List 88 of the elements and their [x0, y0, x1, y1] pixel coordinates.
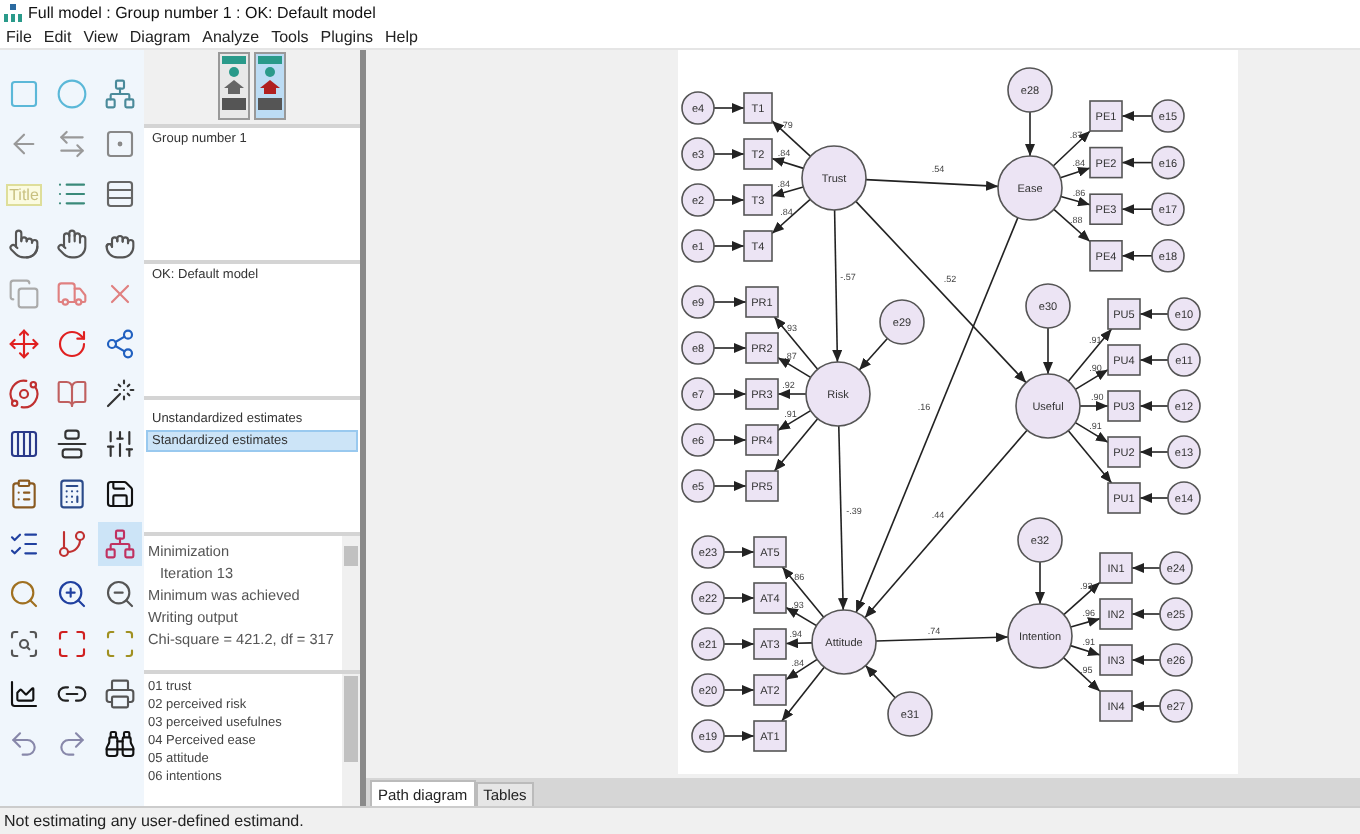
hand-icon [56, 228, 88, 260]
wand-icon [104, 378, 136, 410]
diagram-icon [220, 54, 248, 114]
path-arrow [713, 481, 747, 491]
rectangle-icon [8, 78, 40, 110]
menu-item[interactable]: File [6, 27, 32, 45]
zoom-in-icon [56, 578, 88, 610]
path-arrow [1025, 111, 1035, 157]
clipboard-icon [8, 478, 40, 510]
path-arrow [1139, 401, 1169, 411]
path-arrow [1131, 609, 1161, 619]
network-icon [104, 528, 136, 560]
share-icon [104, 328, 136, 360]
branch-icon [56, 528, 88, 560]
menu-item[interactable]: Plugins [320, 27, 374, 45]
search-icon [8, 578, 40, 610]
printer-icon [104, 678, 136, 710]
bars-icon [56, 428, 88, 460]
path-arrow [713, 103, 745, 113]
diagram-icon [256, 54, 284, 114]
pointer-icon [8, 228, 40, 260]
scrollbar[interactable] [342, 536, 360, 670]
path-arrow [713, 343, 747, 353]
app-icon [4, 3, 22, 21]
path-arrow [713, 297, 747, 307]
scan-search-icon [8, 628, 40, 660]
menu-item[interactable]: Diagram [129, 27, 191, 45]
path-arrow [713, 195, 745, 205]
path-arrow [1131, 701, 1161, 711]
path-arrow [1139, 309, 1169, 319]
path-arrow [1121, 250, 1153, 261]
ellipse-icon [56, 78, 88, 110]
path-arrow [1121, 204, 1153, 215]
path-arrow [713, 435, 747, 445]
path-arrow [1043, 327, 1053, 375]
path-arrow [785, 638, 813, 649]
rotate-icon [56, 328, 88, 360]
path-arrow [777, 389, 807, 399]
path-arrow [865, 178, 999, 191]
path-arrow [723, 731, 755, 741]
path-arrow [1131, 655, 1161, 665]
copy-icon [8, 278, 40, 310]
rows-icon [104, 178, 136, 210]
scrollbar[interactable] [342, 674, 360, 806]
double-arrow-icon [56, 128, 88, 160]
path-arrow [723, 547, 755, 557]
path-arrow [713, 241, 745, 251]
menu-item[interactable]: View [83, 27, 118, 45]
orbit-icon [8, 378, 40, 410]
path-arrow [1139, 447, 1169, 457]
path-arrow [723, 685, 755, 695]
menu-item[interactable]: Edit [43, 27, 72, 45]
menu-item[interactable]: Tools [271, 27, 309, 45]
move-icon [8, 328, 40, 360]
sliders-icon [104, 428, 136, 460]
status-text: Not estimating any user-defined estimand. [4, 812, 304, 830]
path-arrow [1131, 563, 1161, 573]
path-arrow [1139, 355, 1169, 365]
book-icon [56, 378, 88, 410]
window-title: Full model : Group number 1 : OK: Default model [28, 3, 376, 21]
path-arrow [723, 593, 755, 603]
menu-item[interactable]: Analyze [202, 27, 260, 45]
maximize-icon [56, 628, 88, 660]
path-arrow [875, 632, 1009, 643]
path-arrow [1035, 561, 1045, 605]
undo-icon [8, 728, 40, 760]
path-arrow [713, 389, 747, 399]
calculator-icon [56, 478, 88, 510]
save-icon [104, 478, 136, 510]
path-arrow [1121, 157, 1153, 168]
path-arrow [713, 149, 745, 159]
menu-item[interactable]: Help [385, 27, 418, 45]
binoculars-icon [104, 728, 136, 760]
path-arrow [1139, 493, 1169, 503]
view-button[interactable] [218, 52, 250, 120]
area-chart-icon [8, 678, 40, 710]
truck-icon [56, 278, 88, 310]
path-arrow [864, 664, 896, 699]
redo-icon [56, 728, 88, 760]
path-arrow [1121, 111, 1153, 121]
path-arrow [723, 639, 755, 649]
path-arrow [1079, 401, 1109, 411]
checklist-icon [8, 528, 40, 560]
zoom-out-icon [104, 578, 136, 610]
view-button[interactable] [254, 52, 286, 120]
scan-icon [104, 628, 136, 660]
network-icon [104, 78, 136, 110]
columns-icon [8, 428, 40, 460]
